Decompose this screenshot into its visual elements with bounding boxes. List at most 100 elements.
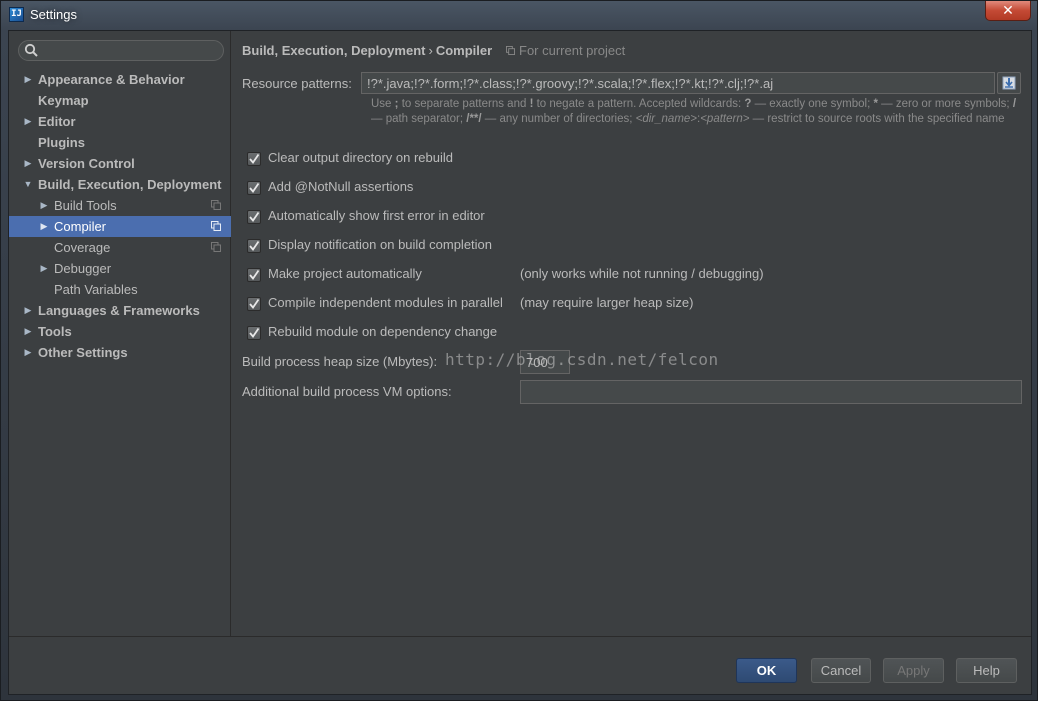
expand-arrow-icon[interactable]: ▶	[39, 258, 49, 279]
sidebar-item-editor[interactable]: ▶ Editor	[9, 111, 231, 132]
project-scope-icon	[506, 46, 515, 55]
hint-text: — any number of directories;	[481, 113, 636, 125]
sidebar-item-label: Tools	[38, 324, 72, 339]
sidebar-item-version-control[interactable]: ▶ Version Control	[9, 153, 231, 174]
search-input[interactable]	[41, 42, 219, 59]
title-bar: IJ Settings ✕	[1, 1, 1037, 29]
sidebar-item-other-settings[interactable]: ▶ Other Settings	[9, 342, 231, 363]
sidebar-item-label: Editor	[38, 114, 76, 129]
hint-text: to negate a pattern. Accepted wildcards:	[533, 98, 745, 110]
checkbox[interactable]	[247, 326, 261, 340]
sidebar-item-appearance-behavior[interactable]: ▶ Appearance & Behavior	[9, 69, 231, 90]
sidebar-item-keymap[interactable]: Keymap	[9, 90, 231, 111]
sidebar-item-path-variables[interactable]: Path Variables	[9, 279, 231, 300]
sidebar-item-label: Coverage	[54, 240, 111, 255]
sidebar-item-label: Path Variables	[54, 282, 138, 297]
checkmark-icon	[249, 153, 260, 164]
sidebar-item-label: Appearance & Behavior	[38, 72, 185, 87]
resource-patterns-input[interactable]	[361, 72, 995, 94]
option-note: (only works while not running / debuggin…	[520, 266, 764, 281]
breadcrumb-parent: Build, Execution, Deployment	[242, 43, 426, 58]
compiler-settings-panel: Build, Execution, Deployment › Compiler Fo…	[232, 31, 1033, 636]
sidebar-item-label: Build, Execution, Deployment	[38, 177, 222, 192]
sidebar-item-debugger[interactable]: ▶ Debugger	[9, 258, 231, 279]
window-title: Settings	[30, 7, 77, 22]
checkbox[interactable]	[247, 239, 261, 253]
expand-arrow-icon[interactable]: ▶	[23, 321, 33, 342]
sidebar-item-languages-frameworks[interactable]: ▶ Languages & Frameworks	[9, 300, 231, 321]
hint-text: — exactly one symbol;	[751, 98, 874, 110]
dialog-footer: OK Cancel Apply Help	[9, 636, 1031, 694]
sidebar-item-label: Keymap	[38, 93, 89, 108]
option-label[interactable]: Rebuild module on dependency change	[268, 324, 497, 339]
breadcrumb-current: Compiler	[435, 43, 493, 58]
collapse-arrow-icon[interactable]: ▼	[23, 174, 33, 195]
sidebar-item-compiler[interactable]: ▶ Compiler	[9, 216, 231, 237]
expand-field-button[interactable]	[997, 72, 1021, 94]
scope-text: For current project	[519, 43, 626, 58]
sidebar-item-label: Version Control	[38, 156, 135, 171]
hint-text: — zero or more symbols;	[877, 98, 1013, 110]
sidebar-item-build-execution-deployment[interactable]: ▼ Build, Execution, Deployment	[9, 174, 231, 195]
close-window-button[interactable]: ✕	[985, 1, 1031, 21]
heap-size-input[interactable]	[520, 350, 570, 374]
expand-arrow-icon[interactable]: ▶	[39, 195, 49, 216]
checkmark-icon	[249, 240, 260, 251]
sidebar-item-tools[interactable]: ▶ Tools	[9, 321, 231, 342]
help-button[interactable]: Help	[956, 658, 1017, 683]
intellij-app-icon: IJ	[9, 7, 24, 22]
expand-arrow-icon[interactable]: ▶	[39, 216, 49, 237]
hint-text: — path separator;	[371, 113, 467, 125]
option-label[interactable]: Compile independent modules in parallel	[268, 295, 503, 310]
project-scope-icon	[211, 242, 221, 252]
sidebar-item-label: Debugger	[54, 261, 112, 276]
search-box[interactable]	[18, 40, 224, 61]
settings-tree: ▶ Appearance & Behavior Keymap ▶ Editor …	[9, 69, 231, 363]
sidebar-item-coverage[interactable]: Coverage	[9, 237, 231, 258]
option-label[interactable]: Make project automatically	[268, 266, 422, 281]
vm-options-input[interactable]	[520, 380, 1022, 404]
expand-arrow-icon[interactable]: ▶	[23, 153, 33, 174]
expand-field-icon	[1002, 76, 1016, 90]
option-label[interactable]: Display notification on build completion	[268, 237, 492, 252]
checkmark-icon	[249, 269, 260, 280]
option-note: (may require larger heap size)	[520, 295, 694, 310]
cancel-button[interactable]: Cancel	[811, 658, 871, 683]
project-scope-icon	[211, 200, 221, 210]
option-label[interactable]: Clear output directory on rebuild	[268, 150, 453, 165]
settings-window: IJ Settings ✕ ▶ Appearance & Behavior Ke…	[0, 0, 1038, 701]
expand-arrow-icon[interactable]: ▶	[23, 300, 33, 321]
resource-patterns-label: Resource patterns:	[242, 76, 352, 91]
breadcrumb: Build, Execution, Deployment › Compiler	[242, 43, 492, 58]
checkmark-icon	[249, 182, 260, 193]
checkmark-icon	[249, 211, 260, 222]
checkmark-icon	[249, 327, 260, 338]
sidebar-item-label: Compiler	[54, 219, 107, 234]
sidebar-item-plugins[interactable]: Plugins	[9, 132, 231, 153]
sidebar-item-label: Plugins	[38, 135, 85, 150]
option-label[interactable]: Add @NotNull assertions	[268, 179, 413, 194]
expand-arrow-icon[interactable]: ▶	[23, 69, 33, 90]
hint-placeholder: <pattern>	[700, 113, 750, 125]
hint-text: Use	[371, 98, 395, 110]
scope-indicator: For current project	[506, 43, 625, 58]
ok-button[interactable]: OK	[736, 658, 797, 683]
sidebar-item-build-tools[interactable]: ▶ Build Tools	[9, 195, 231, 216]
expand-arrow-icon[interactable]: ▶	[23, 342, 33, 363]
apply-button[interactable]: Apply	[883, 658, 944, 683]
checkbox[interactable]	[247, 297, 261, 311]
checkbox[interactable]	[247, 210, 261, 224]
option-label[interactable]: Automatically show first error in editor	[268, 208, 485, 223]
breadcrumb-separator: ›	[428, 43, 433, 58]
hint-keyword: /**/	[466, 113, 482, 125]
checkmark-icon	[249, 298, 260, 309]
watermark-text: http://blog.csdn.net/felcon	[445, 350, 719, 369]
search-icon	[24, 43, 38, 57]
hint-placeholder: <dir_name>	[635, 113, 698, 125]
checkbox[interactable]	[247, 181, 261, 195]
expand-arrow-icon[interactable]: ▶	[23, 111, 33, 132]
checkbox[interactable]	[247, 268, 261, 282]
checkbox[interactable]	[247, 152, 261, 166]
sidebar-item-label: Build Tools	[54, 198, 117, 213]
resource-patterns-hint: Use ; to separate patterns and ! to nega…	[371, 97, 1026, 127]
